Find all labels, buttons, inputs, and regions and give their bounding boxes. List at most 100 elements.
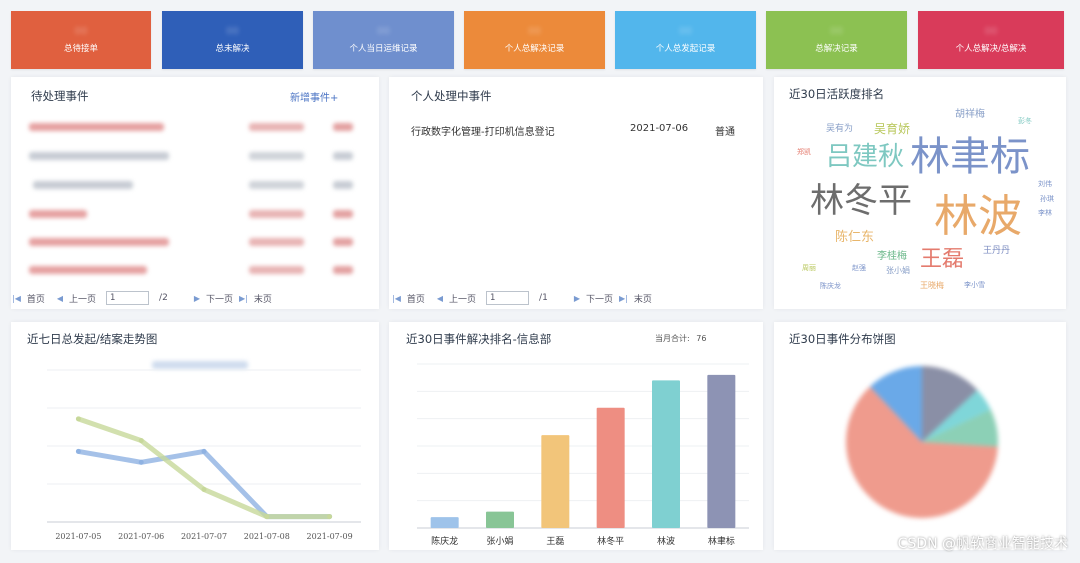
next-page-icon: ▶ (193, 293, 200, 303)
table-row[interactable] (29, 266, 147, 274)
table-row[interactable] (29, 210, 87, 218)
table-row-level (333, 181, 353, 189)
x-tick-label: 张小娟 (486, 535, 513, 547)
table-row[interactable] (29, 152, 169, 160)
word-cloud-word: 吕建秋 (826, 142, 905, 172)
table-row[interactable] (33, 181, 133, 189)
page-total: /2 (159, 293, 168, 303)
word-cloud-word: 孙琪 (1040, 195, 1054, 203)
x-tick-label: 陈庆龙 (431, 535, 458, 547)
page-input[interactable]: 1 (106, 291, 150, 305)
event-date: 2021-07-06 (630, 123, 689, 134)
word-cloud-word: 刘伟 (1038, 180, 1052, 188)
table-row-level (333, 152, 353, 160)
kpi-tile-6[interactable]: 00 总解决记录 (766, 11, 907, 69)
kpi-tile-7[interactable]: 00 个人总解决/总解决 (918, 11, 1064, 69)
word-cloud-word: 王丹丹 (983, 246, 1011, 256)
first-page-icon: |◀ (12, 293, 21, 303)
kpi-value-blurred: 00 (377, 26, 390, 37)
x-tick-label: 2021-07-06 (118, 532, 164, 541)
table-row-level (333, 238, 353, 246)
table-row-date (249, 266, 304, 274)
next-page-button[interactable]: 下一页 (586, 292, 613, 305)
series-point (138, 438, 144, 444)
table-row-date (249, 181, 304, 189)
kpi-tile-3[interactable]: 00 个人当日运维记录 (313, 11, 454, 69)
table-row-level (333, 123, 353, 131)
word-cloud-word: 陈仁东 (835, 230, 875, 245)
series-point (327, 514, 333, 520)
series-point (138, 459, 144, 465)
prev-page-button[interactable]: 上一页 (69, 292, 96, 305)
table-row-date (249, 210, 304, 218)
word-cloud-word: 陈庆龙 (820, 282, 841, 290)
kpi-tile-1[interactable]: 00 总待接单 (11, 11, 151, 69)
word-cloud-word: 张小娟 (886, 266, 910, 275)
last-page-icon: ▶| (618, 293, 628, 303)
kpi-value-blurred: 00 (226, 26, 239, 37)
page-total: /1 (539, 293, 548, 303)
kpi-label: 个人当日运维记录 (349, 44, 418, 54)
kpi-value-blurred: 00 (984, 26, 998, 37)
event-name[interactable]: 行政数字化管理-打印机信息登记 (411, 123, 555, 138)
word-cloud-word: 郑凯 (797, 148, 811, 156)
bar (430, 517, 459, 528)
table-row[interactable] (29, 238, 169, 246)
distribution-pie-chart (846, 366, 998, 518)
prev-page-button[interactable]: 上一页 (449, 292, 476, 305)
word-cloud-word: 吴有为 (826, 124, 854, 134)
word-cloud-word: 李林 (1038, 209, 1052, 217)
kpi-label: 总待接单 (63, 44, 98, 54)
watermark: CSDN @帆软商业智能技术 (897, 536, 1068, 552)
kpi-label: 个人总解决/总解决 (955, 44, 1027, 54)
word-cloud-word: 周丽 (802, 264, 816, 272)
table-row[interactable] (29, 123, 164, 131)
kpi-value-blurred: 00 (528, 26, 541, 37)
word-cloud-word: 彭冬 (1018, 117, 1032, 125)
kpi-label: 总未解决 (215, 44, 250, 54)
table-row-date (249, 238, 304, 246)
x-tick-label: 2021-07-05 (55, 532, 101, 541)
bar (707, 374, 736, 528)
last-page-button[interactable]: 末页 (254, 292, 272, 305)
x-tick-label: 林聿标 (708, 535, 735, 547)
page-input[interactable]: 1 (486, 291, 530, 305)
table-row-date (249, 152, 304, 160)
distribution-card: 近30日事件分布饼图 (774, 322, 1066, 550)
kpi-tile-4[interactable]: 00 个人总解决记录 (464, 11, 605, 69)
kpi-tile-2[interactable]: 00 总未解决 (162, 11, 303, 69)
prev-page-icon: ◀ (56, 293, 64, 303)
last-page-icon: ▶| (238, 293, 248, 303)
word-cloud-word: 胡祥梅 (955, 109, 985, 120)
first-page-button[interactable]: 首页 (407, 292, 425, 305)
x-tick-label: 2021-07-09 (307, 532, 353, 541)
first-page-button[interactable]: 首页 (27, 292, 45, 305)
next-page-button[interactable]: 下一页 (206, 292, 233, 305)
word-cloud-word: 王晓梅 (920, 281, 944, 290)
card-title: 待处理事件 (31, 89, 89, 103)
ranking-card: 近30日事件解决排名-信息部 当月合计: 76 陈庆龙 张小娟 王磊 林冬平 林波 林聿标 (389, 322, 763, 550)
bar (486, 511, 514, 528)
word-cloud-word: 林冬平 (810, 181, 912, 221)
trend-line-chart: 2021-07-05 2021-07-06 2021-07-07 2021-07-08… (47, 369, 361, 541)
add-event-link[interactable]: 新增事件+ (290, 89, 338, 104)
kpi-value-blurred: 00 (679, 26, 692, 37)
last-page-button[interactable]: 末页 (634, 292, 652, 305)
event-level: 普通 (715, 127, 735, 138)
word-cloud-word: 王磊 (920, 247, 965, 272)
inprogress-pager: |◀ 首页 ◀ 上一页 1 /1 ▶ 下一页 ▶| 末页 (392, 291, 652, 305)
prev-page-icon: ◀ (436, 293, 444, 303)
bar (541, 435, 570, 528)
kpi-label: 个人总发起记录 (655, 44, 716, 54)
kpi-tile-5[interactable]: 00 个人总发起记录 (615, 11, 756, 69)
word-cloud-word: 李小雪 (964, 281, 985, 289)
first-page-icon: |◀ (392, 293, 401, 303)
word-cloud-word: 赵强 (852, 264, 866, 272)
card-title: 个人处理中事件 (411, 89, 492, 103)
kpi-label: 总解决记录 (815, 44, 858, 54)
series-point (75, 416, 81, 422)
pending-pager: |◀ 首页 ◀ 上一页 1 /2 ▶ 下一页 ▶| 末页 (12, 291, 272, 305)
x-tick-label: 2021-07-07 (181, 532, 227, 541)
card-title: 近30日活跃度排名 (789, 87, 885, 101)
word-cloud-word: 林波 (934, 191, 1022, 242)
